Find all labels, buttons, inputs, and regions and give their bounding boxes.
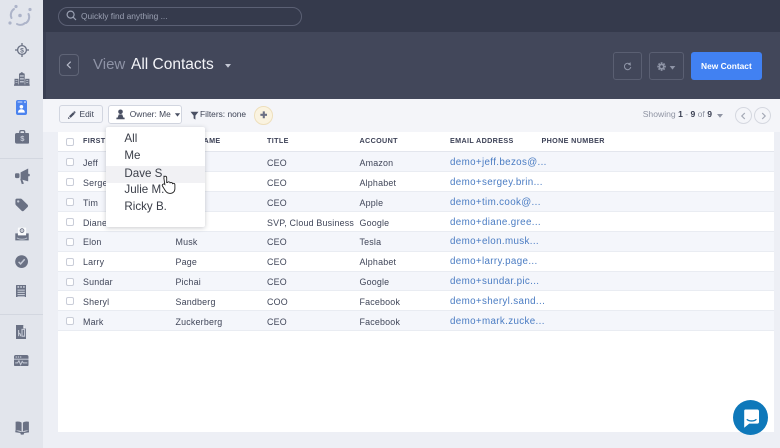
svg-text:$: $ — [20, 47, 24, 54]
